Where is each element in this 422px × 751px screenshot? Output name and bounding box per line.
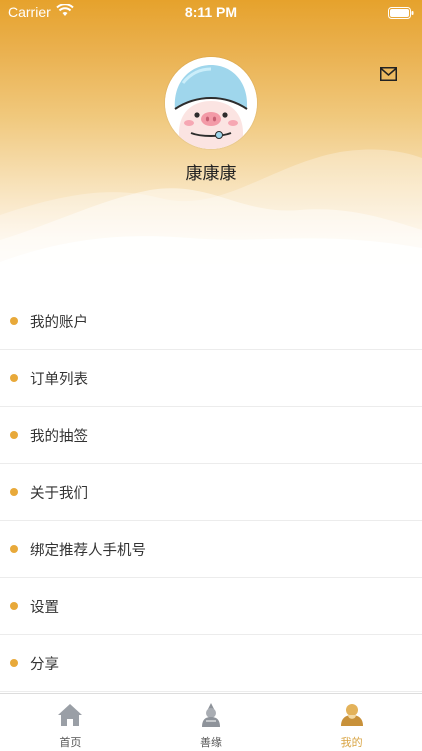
tab-bar: 首页 善缘 我的: [0, 693, 422, 751]
tab-home[interactable]: 首页: [0, 694, 141, 751]
status-bar: Carrier 8:11 PM: [0, 0, 422, 24]
menu-item-settings[interactable]: 设置: [0, 578, 422, 635]
menu-item-label: 绑定推荐人手机号: [30, 542, 146, 559]
bullet-dot: [10, 374, 18, 382]
battery-icon: [388, 6, 414, 22]
menu-list: 我的账户 订单列表 我的抽签 关于我们 绑定推荐人手机号 设置 分享: [0, 293, 422, 692]
menu-item-label: 设置: [30, 599, 59, 616]
menu-item-account[interactable]: 我的账户: [0, 293, 422, 350]
menu-item-lottery[interactable]: 我的抽签: [0, 407, 422, 464]
profile-icon: [339, 702, 365, 728]
menu-item-bind-referrer[interactable]: 绑定推荐人手机号: [0, 521, 422, 578]
tab-label: 我的: [340, 736, 363, 749]
pig-avatar-icon: [165, 57, 257, 149]
bullet-dot: [10, 602, 18, 610]
tab-label: 善缘: [200, 736, 222, 749]
bullet-dot: [10, 545, 18, 553]
menu-item-orders[interactable]: 订单列表: [0, 350, 422, 407]
monk-icon: [198, 702, 224, 728]
menu-item-label: 我的账户: [30, 314, 88, 331]
tab-karma[interactable]: 善缘: [141, 694, 282, 751]
mail-icon[interactable]: [380, 66, 397, 81]
bullet-dot: [10, 431, 18, 439]
bullet-dot: [10, 488, 18, 496]
tab-label: 首页: [59, 736, 82, 749]
menu-item-about[interactable]: 关于我们: [0, 464, 422, 521]
bullet-dot: [10, 317, 18, 325]
username: 康康康: [185, 164, 237, 184]
menu-item-share[interactable]: 分享: [0, 635, 422, 692]
bullet-dot: [10, 659, 18, 667]
menu-item-label: 关于我们: [30, 485, 88, 502]
menu-item-label: 分享: [30, 656, 59, 673]
tab-mine[interactable]: 我的: [281, 694, 422, 751]
avatar[interactable]: [165, 57, 257, 149]
status-time: 8:11 PM: [184, 4, 238, 20]
menu-item-label: 我的抽签: [30, 428, 88, 445]
menu-item-label: 订单列表: [30, 371, 88, 388]
profile-header: Carrier 8:11 PM 康康康: [0, 0, 422, 290]
home-icon: [57, 702, 83, 728]
